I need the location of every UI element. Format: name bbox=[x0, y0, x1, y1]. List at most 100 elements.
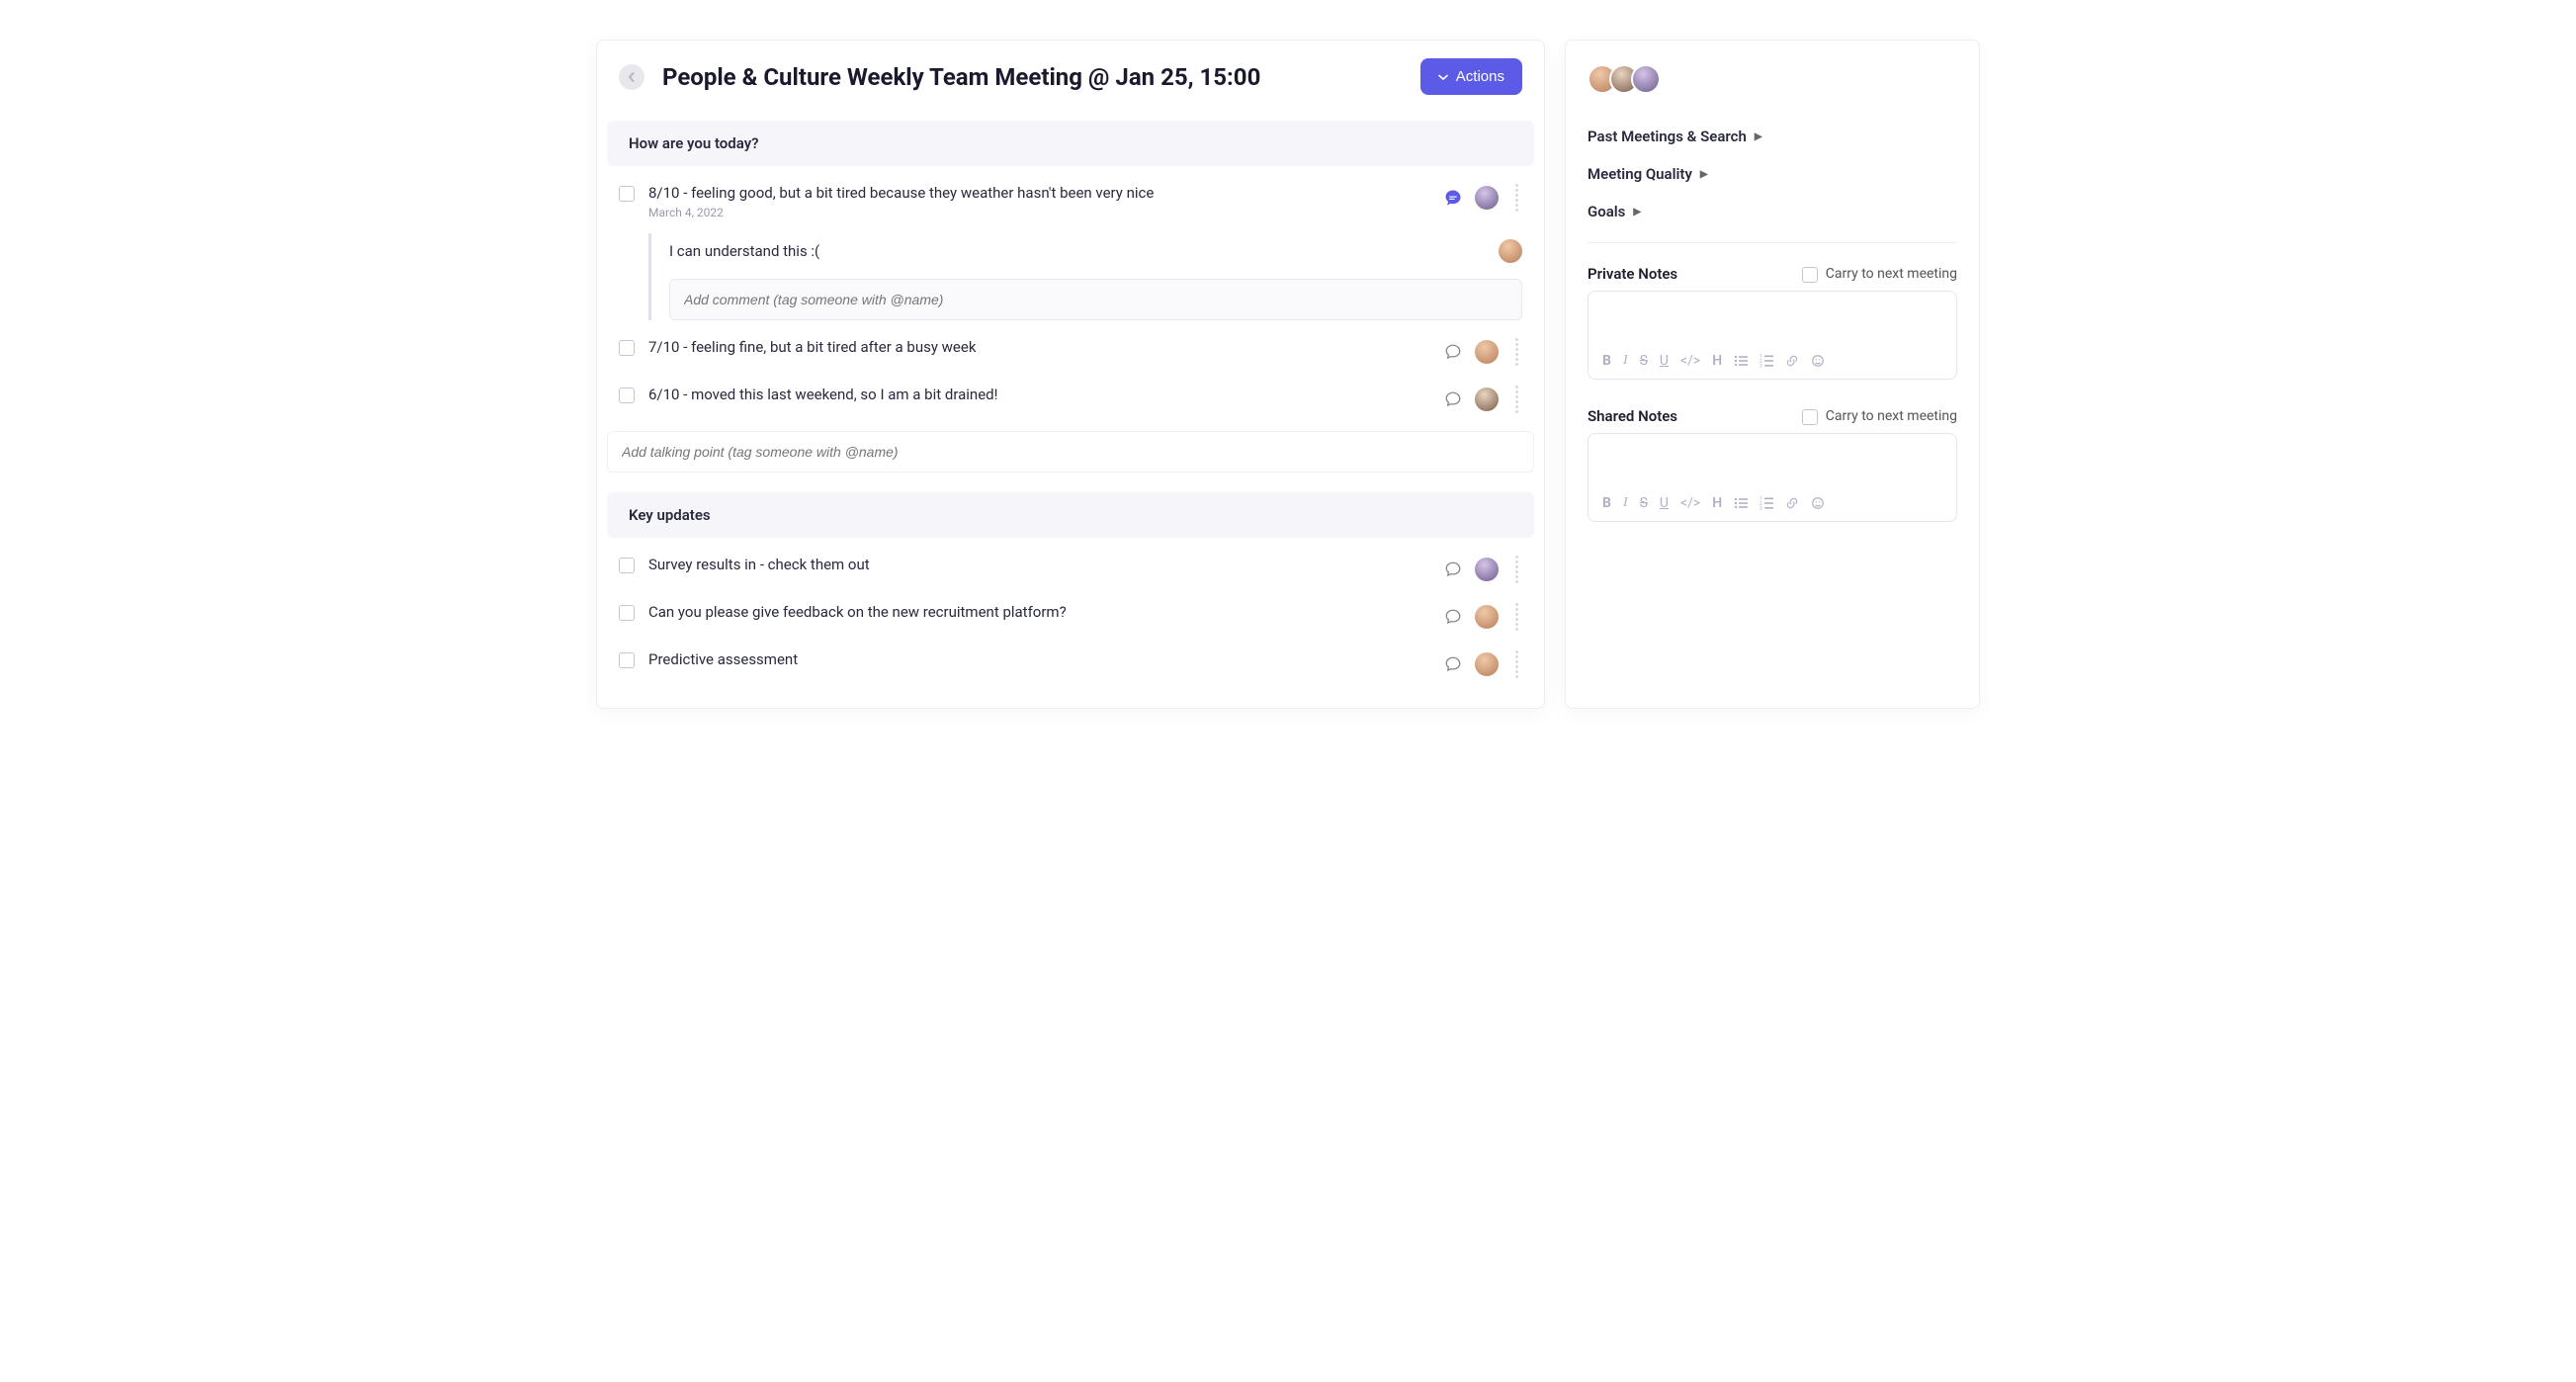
talking-point-text[interactable]: Survey results in - check them out bbox=[648, 556, 1429, 573]
heading-icon[interactable]: H bbox=[1712, 495, 1722, 511]
avatar[interactable] bbox=[1499, 239, 1522, 263]
talking-point-text[interactable]: 8/10 - feeling good, but a bit tired bec… bbox=[648, 184, 1429, 202]
shared-notes-title: Shared Notes bbox=[1588, 407, 1677, 425]
avatar[interactable] bbox=[1631, 64, 1661, 94]
carry-label: Carry to next meeting bbox=[1826, 408, 1957, 424]
actions-button[interactable]: Actions bbox=[1420, 58, 1522, 95]
sidebar-link-label: Goals bbox=[1588, 203, 1625, 220]
page-title: People & Culture Weekly Team Meeting @ J… bbox=[662, 63, 1420, 91]
sidebar-link-label: Past Meetings & Search bbox=[1588, 128, 1747, 145]
talking-point-row: 7/10 - feeling fine, but a bit tired aft… bbox=[597, 328, 1544, 376]
sidebar-link-meeting-quality[interactable]: Meeting Quality ▶ bbox=[1588, 155, 1957, 193]
underline-icon[interactable]: U bbox=[1660, 353, 1669, 369]
bold-icon[interactable]: B bbox=[1602, 495, 1611, 511]
divider bbox=[1588, 242, 1957, 243]
private-notes-title: Private Notes bbox=[1588, 265, 1677, 283]
drag-handle-icon[interactable] bbox=[1510, 556, 1522, 583]
checkbox[interactable] bbox=[619, 186, 635, 202]
talking-point-row: Predictive assessment bbox=[597, 641, 1544, 688]
comment-icon[interactable] bbox=[1443, 607, 1463, 627]
checkbox[interactable] bbox=[1802, 267, 1818, 283]
drag-handle-icon[interactable] bbox=[1510, 184, 1522, 212]
editor-toolbar: B I S U </> H 123 bbox=[1589, 485, 1956, 521]
comment-icon[interactable] bbox=[1443, 560, 1463, 579]
italic-icon[interactable]: I bbox=[1623, 353, 1628, 369]
sidebar-link-goals[interactable]: Goals ▶ bbox=[1588, 193, 1957, 230]
reply-text: I can understand this :( bbox=[669, 242, 1499, 260]
drag-handle-icon[interactable] bbox=[1510, 603, 1522, 631]
talking-point-row: 8/10 - feeling good, but a bit tired bec… bbox=[597, 174, 1544, 229]
shared-notes-box: B I S U </> H 123 bbox=[1588, 433, 1957, 522]
avatar[interactable] bbox=[1475, 558, 1499, 581]
talking-point-row: Can you please give feedback on the new … bbox=[597, 593, 1544, 641]
heading-icon[interactable]: H bbox=[1712, 353, 1722, 369]
actions-label: Actions bbox=[1456, 68, 1504, 85]
avatar[interactable] bbox=[1475, 388, 1499, 411]
add-comment-input[interactable] bbox=[669, 279, 1522, 320]
bullet-list-icon[interactable] bbox=[1734, 496, 1748, 510]
drag-handle-icon[interactable] bbox=[1510, 338, 1522, 366]
sidebar-link-label: Meeting Quality bbox=[1588, 165, 1692, 183]
editor-toolbar: B I S U </> H 123 bbox=[1589, 343, 1956, 379]
reply-thread: I can understand this :( bbox=[648, 233, 1522, 320]
numbered-list-icon[interactable]: 123 bbox=[1760, 496, 1773, 510]
talking-point-text[interactable]: 7/10 - feeling fine, but a bit tired aft… bbox=[648, 338, 1429, 356]
talking-point-row: 6/10 - moved this last weekend, so I am … bbox=[597, 376, 1544, 423]
checkbox[interactable] bbox=[619, 340, 635, 356]
participant-avatar-stack[interactable] bbox=[1588, 64, 1957, 94]
carry-next-private[interactable]: Carry to next meeting bbox=[1802, 265, 1957, 283]
drag-handle-icon[interactable] bbox=[1510, 386, 1522, 413]
checkbox[interactable] bbox=[1802, 409, 1818, 425]
talking-point-text[interactable]: 6/10 - moved this last weekend, so I am … bbox=[648, 386, 1429, 403]
caret-right-icon: ▶ bbox=[1700, 169, 1708, 180]
numbered-list-icon[interactable]: 123 bbox=[1760, 354, 1773, 368]
checkbox[interactable] bbox=[619, 652, 635, 668]
talking-point-text[interactable]: Predictive assessment bbox=[648, 650, 1429, 668]
code-icon[interactable]: </> bbox=[1680, 495, 1700, 511]
section-header-key-updates: Key updates bbox=[607, 492, 1534, 538]
comment-icon[interactable] bbox=[1443, 654, 1463, 674]
avatar[interactable] bbox=[1475, 186, 1499, 210]
bold-icon[interactable]: B bbox=[1602, 353, 1611, 369]
section-header-how-are-you: How are you today? bbox=[607, 121, 1534, 166]
chevron-down-icon bbox=[1438, 72, 1448, 82]
shared-notes-textarea[interactable] bbox=[1589, 434, 1956, 485]
svg-text:3: 3 bbox=[1760, 506, 1762, 510]
strikethrough-icon[interactable]: S bbox=[1640, 495, 1648, 511]
avatar[interactable] bbox=[1475, 605, 1499, 629]
link-icon[interactable] bbox=[1785, 354, 1799, 368]
avatar[interactable] bbox=[1475, 340, 1499, 364]
drag-handle-icon[interactable] bbox=[1510, 650, 1522, 678]
avatar[interactable] bbox=[1475, 652, 1499, 676]
bullet-list-icon[interactable] bbox=[1734, 354, 1748, 368]
private-notes-box: B I S U </> H 123 bbox=[1588, 291, 1957, 380]
checkbox[interactable] bbox=[619, 558, 635, 573]
main-panel: People & Culture Weekly Team Meeting @ J… bbox=[596, 40, 1545, 709]
carry-next-shared[interactable]: Carry to next meeting bbox=[1802, 407, 1957, 425]
emoji-icon[interactable] bbox=[1811, 354, 1825, 368]
code-icon[interactable]: </> bbox=[1680, 353, 1700, 369]
comment-icon[interactable] bbox=[1443, 389, 1463, 409]
checkbox[interactable] bbox=[619, 388, 635, 403]
back-button[interactable] bbox=[619, 64, 644, 90]
sidebar: Past Meetings & Search ▶ Meeting Quality… bbox=[1565, 40, 1980, 709]
comment-icon[interactable] bbox=[1443, 342, 1463, 362]
talking-point-date: March 4, 2022 bbox=[648, 206, 1429, 219]
link-icon[interactable] bbox=[1785, 496, 1799, 510]
strikethrough-icon[interactable]: S bbox=[1640, 353, 1648, 369]
chevron-left-icon bbox=[627, 72, 637, 82]
italic-icon[interactable]: I bbox=[1623, 495, 1628, 511]
svg-text:3: 3 bbox=[1760, 364, 1762, 368]
emoji-icon[interactable] bbox=[1811, 496, 1825, 510]
sidebar-link-past-meetings[interactable]: Past Meetings & Search ▶ bbox=[1588, 118, 1957, 155]
caret-right-icon: ▶ bbox=[1755, 131, 1762, 142]
add-talking-point-input[interactable] bbox=[607, 431, 1534, 473]
carry-label: Carry to next meeting bbox=[1826, 266, 1957, 282]
checkbox[interactable] bbox=[619, 605, 635, 621]
comment-icon[interactable] bbox=[1443, 188, 1463, 208]
private-notes-textarea[interactable] bbox=[1589, 292, 1956, 343]
underline-icon[interactable]: U bbox=[1660, 495, 1669, 511]
talking-point-row: Survey results in - check them out bbox=[597, 546, 1544, 593]
talking-point-text[interactable]: Can you please give feedback on the new … bbox=[648, 603, 1429, 621]
caret-right-icon: ▶ bbox=[1633, 207, 1641, 217]
